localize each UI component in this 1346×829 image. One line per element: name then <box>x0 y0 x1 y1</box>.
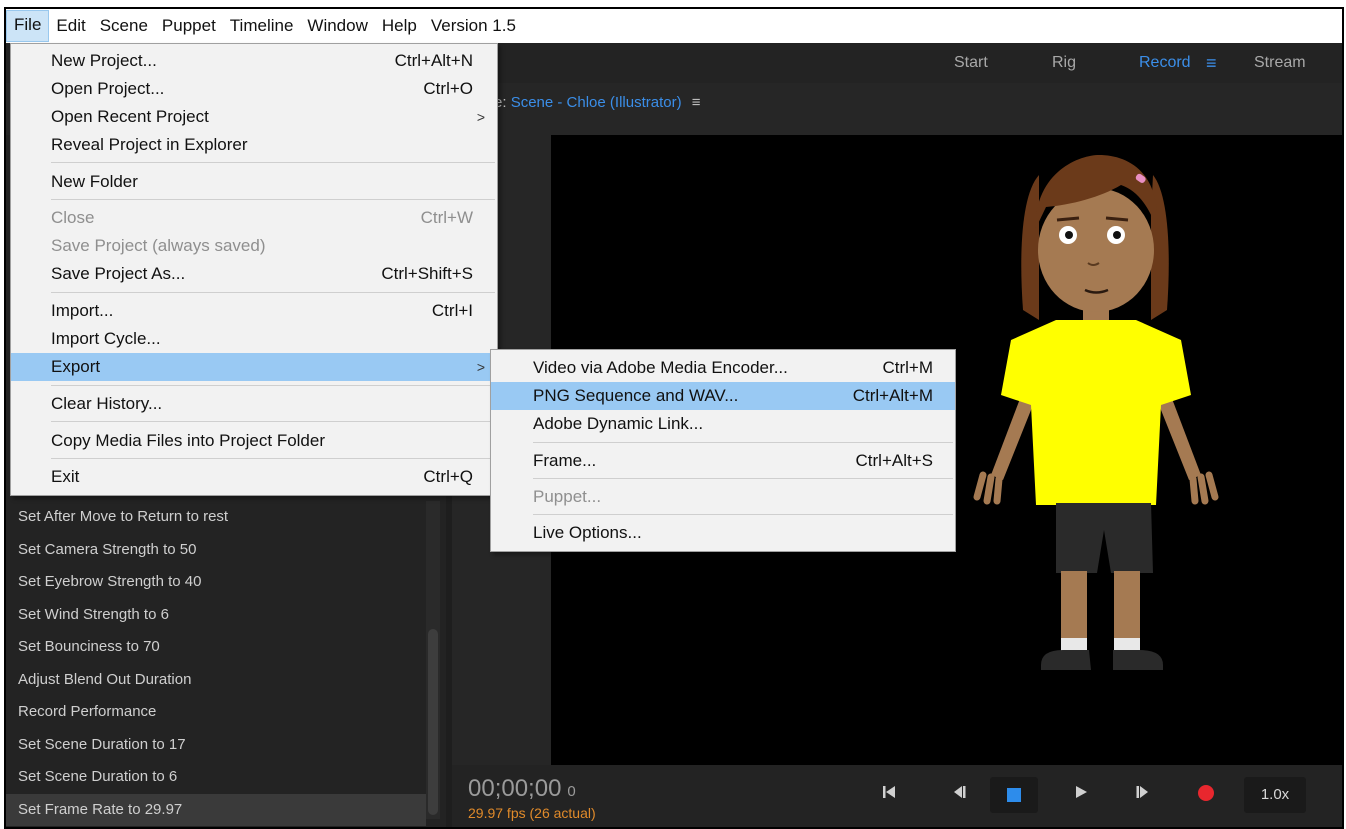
timecode-value: 00;00;00 <box>468 775 562 802</box>
menu-item-open-recent[interactable]: Open Recent Project > <box>11 103 497 131</box>
file-menu: New Project... Ctrl+Alt+N Open Project..… <box>10 43 498 496</box>
menu-item-frame[interactable]: Frame... Ctrl+Alt+S <box>491 447 955 475</box>
history-list: Set After Move to Return to rest Set Cam… <box>6 501 426 826</box>
workspace-menu-icon[interactable]: ≡ <box>1206 43 1217 83</box>
history-item-selected[interactable]: Set Frame Rate to 29.97 <box>6 793 426 826</box>
workspace-stream[interactable]: Stream <box>1254 43 1306 83</box>
step-back-icon[interactable] <box>944 781 974 809</box>
workspace-rig[interactable]: Rig <box>1052 43 1076 83</box>
history-item[interactable]: Adjust Blend Out Duration <box>6 664 426 697</box>
menu-window[interactable]: Window <box>300 11 374 41</box>
menu-help[interactable]: Help <box>375 11 424 41</box>
workspace-record[interactable]: Record <box>1139 43 1191 83</box>
timecode: 00;00;00 0 <box>468 775 576 803</box>
menu-item-open-project[interactable]: Open Project... Ctrl+O <box>11 75 497 103</box>
scene-name[interactable]: Scene - Chloe (Illustrator) <box>511 94 682 111</box>
menu-separator <box>51 199 495 200</box>
export-submenu: Video via Adobe Media Encoder... Ctrl+M … <box>490 349 956 552</box>
scene-title: e: Scene - Chloe (Illustrator) ≡ <box>494 83 701 123</box>
step-forward-icon[interactable] <box>1128 781 1158 809</box>
menu-edit[interactable]: Edit <box>49 11 92 41</box>
menu-timeline[interactable]: Timeline <box>223 11 301 41</box>
record-icon[interactable] <box>1198 785 1214 801</box>
history-scrollbar[interactable] <box>426 501 440 819</box>
menu-item-exit[interactable]: Exit Ctrl+Q <box>11 463 497 491</box>
menu-item-puppet: Puppet... <box>533 487 602 506</box>
history-item[interactable]: Set After Move to Return to rest <box>6 501 426 534</box>
menu-separator <box>51 421 495 422</box>
history-item[interactable]: Set Scene Duration to 6 <box>6 761 426 794</box>
fps-readout: 29.97 fps (26 actual) <box>468 805 596 821</box>
menu-item-save-as[interactable]: Save Project As... Ctrl+Shift+S <box>11 260 497 288</box>
history-item[interactable]: Set Scene Duration to 17 <box>6 729 426 762</box>
history-item[interactable]: Set Wind Strength to 6 <box>6 599 426 632</box>
menu-item-png-sequence[interactable]: PNG Sequence and WAV... Ctrl+Alt+M <box>491 382 955 410</box>
menu-item-dynamic-link[interactable]: Adobe Dynamic Link... <box>491 410 955 438</box>
menu-item-clear-history[interactable]: Clear History... <box>11 390 497 418</box>
menu-item-video-ame[interactable]: Video via Adobe Media Encoder... Ctrl+M <box>491 354 955 382</box>
menu-scene[interactable]: Scene <box>93 11 155 41</box>
stop-button[interactable] <box>990 777 1038 813</box>
menu-bar: File Edit Scene Puppet Timeline Window H… <box>6 9 1342 43</box>
app-window: File Edit Scene Puppet Timeline Window H… <box>4 7 1344 829</box>
history-item[interactable]: Set Bounciness to 70 <box>6 631 426 664</box>
stop-icon <box>1007 788 1021 802</box>
scene-menu-icon[interactable]: ≡ <box>692 94 701 111</box>
transport-bar: 00;00;00 0 29.97 fps (26 actual) 1.0x <box>452 765 1342 827</box>
menu-separator <box>51 162 495 163</box>
version-label: Version 1.5 <box>430 16 516 35</box>
menu-separator <box>533 478 953 479</box>
menu-puppet[interactable]: Puppet <box>155 11 223 41</box>
chevron-right-icon: > <box>476 109 485 125</box>
history-item[interactable]: Set Eyebrow Strength to 40 <box>6 566 426 599</box>
history-item[interactable]: Record Performance <box>6 696 426 729</box>
history-item[interactable]: Set Camera Strength to 50 <box>6 534 426 567</box>
menu-item-save-project: Save Project (always saved) <box>51 236 266 255</box>
history-scroll-thumb[interactable] <box>428 629 438 815</box>
menu-item-close: Close Ctrl+W <box>51 208 473 227</box>
menu-separator <box>51 292 495 293</box>
chevron-right-icon: > <box>476 359 485 375</box>
menu-file[interactable]: File <box>6 10 50 42</box>
menu-item-new-project[interactable]: New Project... Ctrl+Alt+N <box>11 47 497 75</box>
menu-separator <box>533 514 953 515</box>
menu-separator <box>51 458 495 459</box>
menu-item-new-folder[interactable]: New Folder <box>11 168 497 196</box>
menu-separator <box>51 385 495 386</box>
menu-item-export[interactable]: Export > <box>11 353 497 381</box>
menu-item-copy-media[interactable]: Copy Media Files into Project Folder <box>11 427 497 455</box>
workspace-start[interactable]: Start <box>954 43 988 83</box>
menu-item-import[interactable]: Import... Ctrl+I <box>11 297 497 325</box>
frame-number: 0 <box>567 783 576 800</box>
play-icon[interactable] <box>1066 781 1096 809</box>
menu-item-import-cycle[interactable]: Import Cycle... <box>11 325 497 353</box>
go-to-start-icon[interactable] <box>874 781 904 809</box>
playback-speed[interactable]: 1.0x <box>1244 777 1306 813</box>
menu-item-live-options[interactable]: Live Options... <box>491 519 955 547</box>
menu-item-reveal-project[interactable]: Reveal Project in Explorer <box>11 131 497 159</box>
menu-separator <box>533 442 953 443</box>
